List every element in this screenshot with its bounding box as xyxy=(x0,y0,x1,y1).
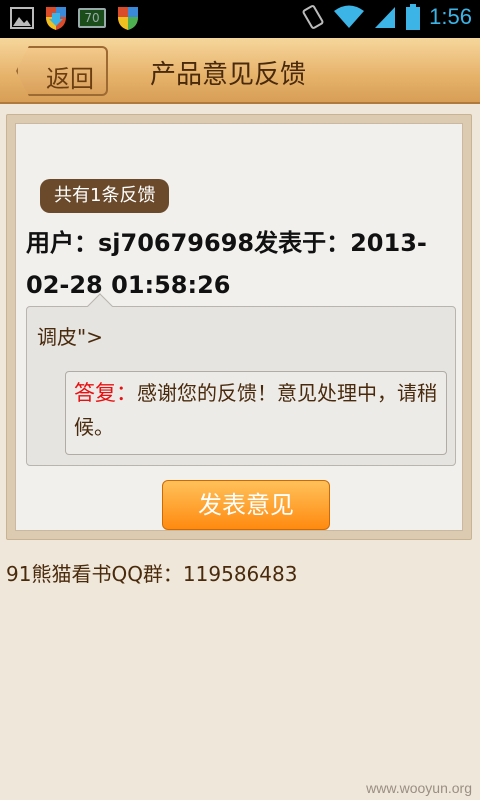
page-title: 产品意见反馈 xyxy=(150,60,307,90)
wifi-icon xyxy=(333,5,365,29)
status-bar: 70 1:56 xyxy=(0,0,480,38)
feedback-count-badge: 共有1条反馈 xyxy=(40,179,170,213)
feedback-bubble: 调皮"> 答复：感谢您的反馈！意见处理中，请稍候。 xyxy=(26,293,456,466)
feedback-user-info: 用户：sj70679698发表于：2013-02-28 01:58:26 xyxy=(26,229,427,299)
feedback-card-body: 共有1条反馈 用户：sj70679698发表于：2013-02-28 01:58… xyxy=(15,123,463,531)
system-icons: 1:56 xyxy=(301,4,472,30)
feedback-comment: 调皮"> xyxy=(37,325,103,349)
download-shield-icon xyxy=(44,6,68,30)
watermark: www.wooyun.org xyxy=(366,780,472,796)
reply-label: 答复： xyxy=(74,381,137,405)
back-button[interactable]: 返回 xyxy=(16,46,108,96)
image-icon xyxy=(10,6,34,30)
rotate-icon xyxy=(301,5,325,29)
signal-icon xyxy=(373,5,397,29)
submit-feedback-button[interactable]: 发表意见 xyxy=(162,480,330,530)
clock: 1:56 xyxy=(429,4,472,29)
battery-icon xyxy=(405,4,421,30)
battery-badge-icon: 70 xyxy=(78,8,106,28)
qq-group-info: 91熊猫看书QQ群：119586483 xyxy=(6,562,298,586)
shield-icon xyxy=(116,6,140,30)
title-bar: 返回 产品意见反馈 xyxy=(0,38,480,104)
feedback-card: 共有1条反馈 用户：sj70679698发表于：2013-02-28 01:58… xyxy=(6,114,472,540)
back-button-label: 返回 xyxy=(46,65,94,93)
reply-box: 答复：感谢您的反馈！意见处理中，请稍候。 xyxy=(65,371,447,455)
notification-icons: 70 xyxy=(10,6,140,30)
